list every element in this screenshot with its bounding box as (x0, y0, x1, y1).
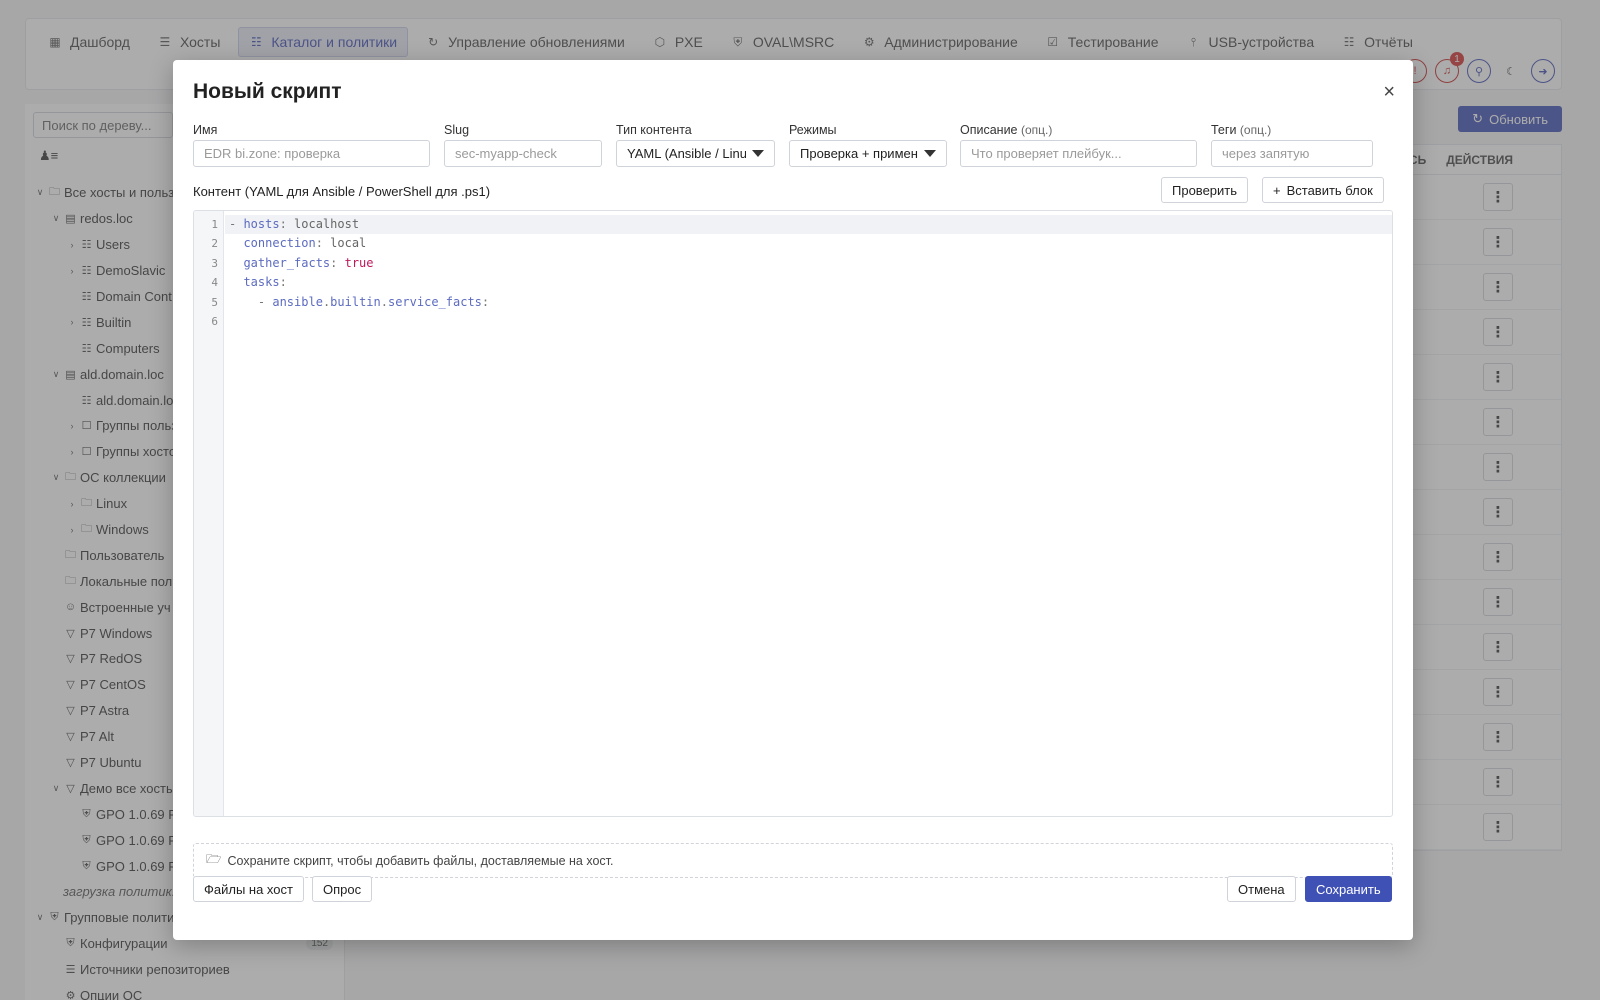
content-type-value: YAML (Ansible / Linux) (627, 146, 746, 161)
code-line[interactable]: gather_facts: true (225, 254, 1392, 273)
code-line[interactable]: connection: local (225, 234, 1392, 253)
line-number: 4 (211, 276, 218, 290)
code-line[interactable]: tasks: (225, 273, 1392, 292)
description-field-group: Описание (опц.) Что проверяет плейбук... (960, 123, 1197, 167)
dialog-title: Новый скрипт (193, 80, 342, 103)
modes-select[interactable]: Проверка + применение (789, 140, 947, 167)
new-script-dialog: Новый скрипт × Имя EDR bi.zone: проверка… (173, 60, 1413, 940)
description-optional-hint: (опц.) (1021, 123, 1053, 137)
plus-icon: + (1273, 182, 1281, 198)
save-button[interactable]: Сохранить (1305, 876, 1392, 902)
line-number: 5 (211, 295, 218, 309)
modes-label: Режимы (789, 123, 837, 137)
line-number: 6 (211, 314, 218, 328)
content-type-field-group: Тип контента YAML (Ansible / Linux) (616, 123, 775, 167)
close-icon[interactable]: × (1383, 82, 1395, 102)
code-content[interactable]: - hosts: localhost connection: local gat… (225, 215, 1392, 331)
modes-value: Проверка + применение (800, 146, 918, 161)
code-line[interactable]: - hosts: localhost (225, 215, 1392, 235)
chevron-down-icon (752, 150, 764, 157)
description-label: Описание (опц.) (960, 123, 1197, 137)
description-input[interactable]: Что проверяет плейбук... (960, 140, 1197, 167)
slug-label: Slug (444, 123, 470, 137)
modes-field-group: Режимы Проверка + применение (789, 123, 947, 167)
name-input[interactable]: EDR bi.zone: проверка (193, 140, 430, 167)
code-line[interactable]: - ansible.builtin.service_facts: (225, 293, 1392, 312)
survey-button[interactable]: Опрос (312, 876, 373, 902)
chevron-down-icon (924, 150, 936, 157)
tags-label: Теги (опц.) (1211, 123, 1373, 137)
code-editor[interactable]: 1 2 3 4 5 6 - hosts: localhost connection: lo… (193, 210, 1393, 817)
files-note-text: Сохраните скрипт, чтобы добавить файлы, … (227, 853, 614, 868)
folder-lock-icon: 🗁 (206, 852, 222, 866)
tags-input[interactable]: через запятую (1211, 140, 1373, 167)
line-number: 3 (211, 256, 218, 270)
line-number-gutter: 1 2 3 4 5 6 (194, 211, 224, 816)
name-field-group: Имя EDR bi.zone: проверка (193, 123, 430, 167)
description-label-text: Описание (960, 123, 1018, 137)
files-to-host-button[interactable]: Файлы на хост (193, 876, 304, 902)
name-label: Имя (193, 123, 218, 137)
insert-block-label: Вставить блок (1286, 182, 1373, 198)
check-button[interactable]: Проверить (1161, 177, 1249, 203)
content-type-select[interactable]: YAML (Ansible / Linux) (616, 140, 775, 167)
content-label: Контент (YAML для Ansible / PowerShell д… (193, 184, 491, 199)
tags-field-group: Теги (опц.) через запятую (1211, 123, 1373, 167)
line-number: 2 (211, 237, 218, 251)
files-note: 🗁 Сохраните скрипт, чтобы добавить файлы… (193, 843, 1393, 878)
line-number: 1 (211, 218, 218, 231)
slug-field-group: Slug sec-myapp-check (444, 123, 602, 167)
code-line[interactable] (225, 312, 1392, 331)
cancel-button[interactable]: Отмена (1227, 876, 1296, 902)
insert-block-button[interactable]: + Вставить блок (1262, 177, 1384, 203)
content-type-label: Тип контента (616, 123, 692, 137)
slug-input[interactable]: sec-myapp-check (444, 140, 602, 167)
tags-label-text: Теги (1211, 123, 1237, 137)
tags-optional-hint: (опц.) (1239, 123, 1272, 137)
